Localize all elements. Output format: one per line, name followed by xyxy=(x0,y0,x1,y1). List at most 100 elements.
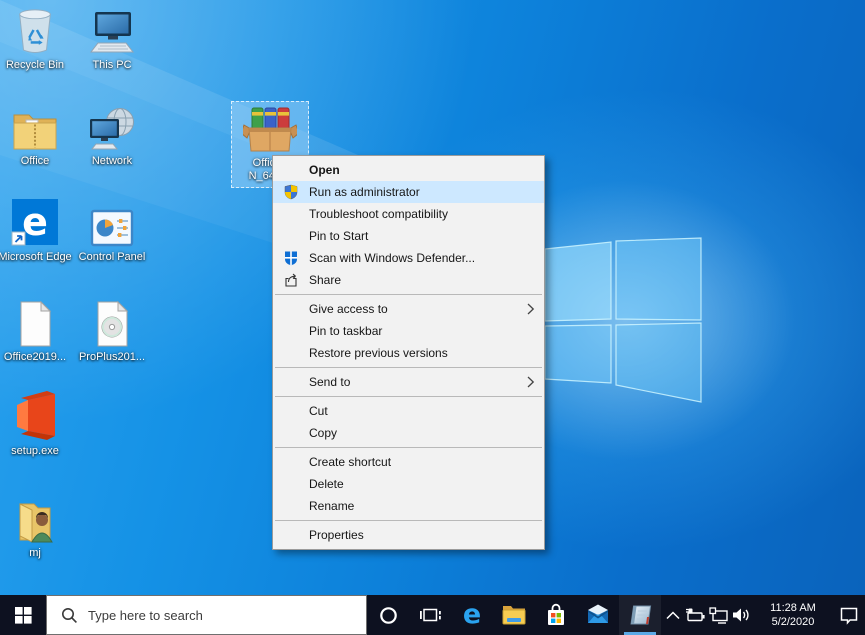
desktop-icon-recycle-bin[interactable]: Recycle Bin xyxy=(0,6,77,72)
submenu-chevron-icon xyxy=(527,303,535,315)
clock-time: 11:28 AM xyxy=(770,601,816,615)
tray-volume-button[interactable] xyxy=(730,595,753,635)
desktop-icon-this-pc[interactable]: This PC xyxy=(70,6,154,72)
menu-item-send-to[interactable]: Send to xyxy=(273,371,544,393)
context-menu: Open Run as administrator Troubleshoot com… xyxy=(272,155,545,550)
notepad-icon xyxy=(627,603,653,627)
uac-shield-icon xyxy=(283,184,299,200)
computer-icon xyxy=(89,6,135,56)
edge-tile-icon: e xyxy=(11,198,59,248)
menu-item-label: Troubleshoot compatibility xyxy=(309,207,448,221)
desktop-icon-proplus-file[interactable]: ProPlus201... xyxy=(70,298,154,364)
desktop-icon-label: This PC xyxy=(92,59,131,72)
desktop-icon-office-folder[interactable]: Office xyxy=(0,102,77,168)
desktop-icon-control-panel[interactable]: Control Panel xyxy=(70,198,154,264)
system-tray xyxy=(661,595,753,635)
mail-button[interactable] xyxy=(577,595,619,635)
notepad-app-button[interactable] xyxy=(619,595,661,635)
defender-icon xyxy=(283,250,299,266)
search-box[interactable]: Type here to search xyxy=(46,595,367,635)
desktop-icon-label: mj xyxy=(29,547,41,560)
edge-taskbar-button[interactable]: e xyxy=(451,595,493,635)
menu-item-copy[interactable]: Copy xyxy=(273,422,544,444)
menu-item-label: Copy xyxy=(309,426,337,440)
menu-item-label: Pin to taskbar xyxy=(309,324,382,338)
desktop-icon-label: Network xyxy=(92,155,132,168)
menu-item-rename[interactable]: Rename xyxy=(273,495,544,517)
network-globe-icon xyxy=(88,102,136,152)
taskbar-clock[interactable]: 11:28 AM 5/2/2020 xyxy=(753,595,833,635)
desktop-icon-mj-folder[interactable]: mj xyxy=(0,494,77,560)
menu-item-properties[interactable]: Properties xyxy=(273,524,544,546)
svg-text:e: e xyxy=(463,601,481,629)
menu-item-pin-to-start[interactable]: Pin to Start xyxy=(273,225,544,247)
desktop-icon-label: Recycle Bin xyxy=(6,59,64,72)
windows-logo-icon xyxy=(15,607,32,624)
tray-chevron-button[interactable] xyxy=(661,595,684,635)
menu-item-label: Scan with Windows Defender... xyxy=(309,251,475,265)
action-center-button[interactable] xyxy=(833,595,865,635)
store-button[interactable] xyxy=(535,595,577,635)
menu-item-label: Open xyxy=(309,163,340,177)
menu-item-label: Restore previous versions xyxy=(309,346,448,360)
menu-separator xyxy=(275,447,542,448)
menu-item-scan-with-windows-defender[interactable]: Scan with Windows Defender... xyxy=(273,247,544,269)
clock-date: 5/2/2020 xyxy=(772,615,815,629)
archive-box-icon xyxy=(243,104,297,154)
menu-item-label: Cut xyxy=(309,404,328,418)
tray-battery-button[interactable] xyxy=(684,595,707,635)
mail-icon xyxy=(585,603,611,627)
menu-item-label: Pin to Start xyxy=(309,229,368,243)
desktop-icon-setup-exe[interactable]: setup.exe xyxy=(0,392,77,458)
edge-icon: e xyxy=(459,601,485,629)
menu-item-cut[interactable]: Cut xyxy=(273,400,544,422)
menu-item-run-as-administrator[interactable]: Run as administrator xyxy=(273,181,544,203)
desktop-icon-label: Office xyxy=(21,155,50,168)
desktop-wallpaper: Recycle Bin This PC xyxy=(0,0,865,595)
tray-network-button[interactable] xyxy=(707,595,730,635)
menu-item-pin-to-taskbar[interactable]: Pin to taskbar xyxy=(273,320,544,342)
task-view-button[interactable] xyxy=(409,595,451,635)
menu-item-open[interactable]: Open xyxy=(273,159,544,181)
recycle-bin-icon xyxy=(14,6,56,56)
search-icon xyxy=(61,607,78,624)
document-icon xyxy=(16,298,54,348)
menu-item-label: Rename xyxy=(309,499,354,513)
menu-item-give-access-to[interactable]: Give access to xyxy=(273,298,544,320)
user-folder-icon xyxy=(12,494,58,544)
disc-image-icon xyxy=(93,298,131,348)
chevron-up-icon xyxy=(666,611,680,620)
menu-item-label: Share xyxy=(309,273,341,287)
taskbar: Type here to search e xyxy=(0,595,865,635)
battery-icon xyxy=(685,607,706,623)
file-explorer-icon xyxy=(501,603,527,627)
network-icon xyxy=(709,607,729,624)
menu-item-delete[interactable]: Delete xyxy=(273,473,544,495)
store-icon xyxy=(544,602,568,628)
menu-item-label: Give access to xyxy=(309,302,388,316)
desktop-icon-network[interactable]: Network xyxy=(70,102,154,168)
menu-item-label: Run as administrator xyxy=(309,185,420,199)
menu-item-restore-previous-versions[interactable]: Restore previous versions xyxy=(273,342,544,364)
file-explorer-button[interactable] xyxy=(493,595,535,635)
menu-separator xyxy=(275,294,542,295)
menu-item-create-shortcut[interactable]: Create shortcut xyxy=(273,451,544,473)
desktop-icon-label: Control Panel xyxy=(79,251,146,264)
volume-icon xyxy=(732,607,751,623)
menu-separator xyxy=(275,396,542,397)
menu-item-share[interactable]: Share xyxy=(273,269,544,291)
folder-icon xyxy=(12,102,58,152)
cortana-button[interactable] xyxy=(367,595,409,635)
search-placeholder: Type here to search xyxy=(88,608,203,623)
menu-item-label: Properties xyxy=(309,528,364,542)
desktop-icon-office2019-file[interactable]: Office2019... xyxy=(0,298,77,364)
desktop-icon-label: Microsoft Edge xyxy=(0,251,72,264)
desktop-icon-label: ProPlus201... xyxy=(79,351,145,364)
start-button[interactable] xyxy=(0,595,46,635)
menu-item-label: Send to xyxy=(309,375,350,389)
menu-item-troubleshoot-compatibility[interactable]: Troubleshoot compatibility xyxy=(273,203,544,225)
desktop-icon-microsoft-edge[interactable]: e Microsoft Edge xyxy=(0,198,77,264)
desktop-icon-label: setup.exe xyxy=(11,445,59,458)
action-center-icon xyxy=(839,606,859,625)
svg-text:e: e xyxy=(22,200,48,244)
